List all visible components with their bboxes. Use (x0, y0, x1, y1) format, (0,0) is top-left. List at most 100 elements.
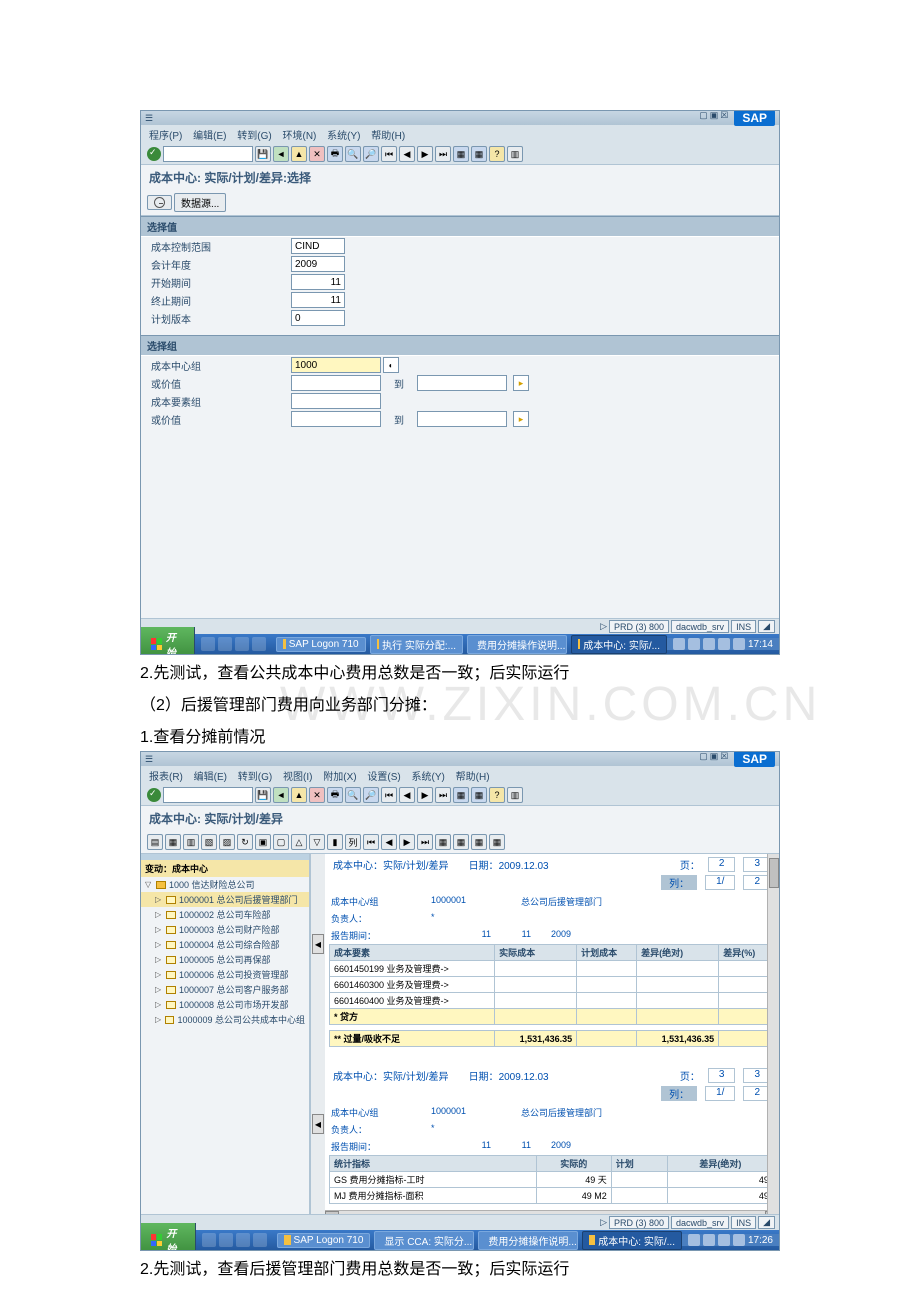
menu-extras[interactable]: 附加(X) (323, 772, 356, 783)
tree-node[interactable]: ▷1000002 总公司车险部 (141, 907, 309, 922)
tree-node[interactable]: ▷1000005 总公司再保部 (141, 952, 309, 967)
new-session-icon[interactable]: ▦ (453, 787, 469, 803)
vertical-scrollbar[interactable] (767, 854, 779, 1214)
cc-value-from-input[interactable] (291, 375, 381, 391)
last-page-icon[interactable]: ⏭ (435, 787, 451, 803)
cancel-icon[interactable]: ✕ (309, 787, 325, 803)
help-icon[interactable]: ? (489, 146, 505, 162)
task-doc[interactable]: 费用分摊操作说明... (478, 1231, 578, 1250)
minimize-icon[interactable]: ▢ (699, 110, 708, 126)
menu-help[interactable]: 帮助(H) (371, 131, 405, 142)
tree-node[interactable]: ▷1000006 总公司投资管理部 (141, 967, 309, 982)
tool-icon[interactable]: ▥ (183, 834, 199, 850)
command-field[interactable] (163, 787, 253, 803)
quick-launch[interactable] (196, 1233, 273, 1247)
tree-node[interactable]: ▷1000004 总公司综合险部 (141, 937, 309, 952)
tree-node[interactable]: ▷1000008 总公司市场开发部 (141, 997, 309, 1012)
cc-group-input[interactable] (291, 357, 381, 373)
resize-grip-icon[interactable]: ◢ (758, 1216, 775, 1229)
chart-icon[interactable]: ▮ (327, 834, 343, 850)
last-page-icon[interactable]: ⏭ (435, 146, 451, 162)
task-cc[interactable]: 成本中心: 实际/... (582, 1231, 682, 1250)
fiscal-year-input[interactable] (291, 256, 345, 272)
control-area-input[interactable] (291, 238, 345, 254)
tool-icon[interactable]: ▧ (201, 834, 217, 850)
maximize-icon[interactable]: ▣ (710, 751, 719, 767)
tree-node[interactable]: ▷1000003 总公司财产险部 (141, 922, 309, 937)
tray-icon[interactable] (718, 1234, 730, 1246)
print-icon[interactable]: 🖶 (327, 146, 343, 162)
nav-icon[interactable]: ▷ (600, 1217, 607, 1228)
tool-icon[interactable]: ▦ (435, 834, 451, 850)
maximize-icon[interactable]: ▣ (710, 110, 719, 126)
enter-button[interactable] (147, 788, 161, 802)
task-cc[interactable]: 成本中心: 实际/... (571, 635, 667, 654)
horizontal-scrollbar[interactable]: ◀ ▶ (325, 1210, 779, 1214)
f4-help-icon[interactable]: ◐ (383, 357, 399, 373)
tray-icon[interactable] (718, 638, 730, 650)
quick-launch[interactable] (195, 637, 272, 651)
tray-icon[interactable] (703, 1234, 715, 1246)
expand-tree-icon[interactable]: ◀ (312, 1114, 324, 1134)
prev-page-icon[interactable]: ◀ (399, 146, 415, 162)
multi-select-icon[interactable] (513, 375, 529, 391)
next-page-icon[interactable]: ▶ (417, 146, 433, 162)
tray-icon[interactable] (688, 638, 700, 650)
new-session-icon[interactable]: ▦ (453, 146, 469, 162)
table-row[interactable]: MJ 费用分摊指标-面积 49 M2 49 (330, 1188, 774, 1204)
tray-icon[interactable] (733, 1234, 745, 1246)
scroll-left-icon[interactable]: ◀ (325, 1211, 339, 1214)
datasource-button[interactable]: 数据源... (174, 193, 226, 212)
tree-node[interactable]: ▷1000001 总公司后援管理部门 (141, 892, 309, 907)
findnext-icon[interactable]: 🔎 (363, 146, 379, 162)
col-cost-element[interactable]: 成本要素 (330, 945, 495, 961)
close-icon[interactable]: ☒ (720, 751, 728, 767)
ce-value-to-input[interactable] (417, 411, 507, 427)
nav-first-icon[interactable]: ⏮ (363, 834, 379, 850)
ce-value-from-input[interactable] (291, 411, 381, 427)
tray-icon[interactable] (688, 1234, 700, 1246)
system-tray[interactable]: 17:14 (667, 638, 779, 650)
menu-program[interactable]: 程序(P) (149, 131, 182, 142)
system-tray[interactable]: 17:26 (682, 1234, 779, 1246)
menu-settings[interactable]: 设置(S) (367, 772, 400, 783)
sort-asc-icon[interactable]: △ (291, 834, 307, 850)
menu-goto[interactable]: 转到(G) (237, 131, 271, 142)
credit-row[interactable]: * 贷方 (330, 1009, 774, 1025)
prev-page-icon[interactable]: ◀ (399, 787, 415, 803)
tray-icon[interactable] (703, 638, 715, 650)
menu-help[interactable]: 帮助(H) (456, 772, 490, 783)
print-icon[interactable]: 🖶 (327, 787, 343, 803)
tree-node[interactable]: ▷1000007 总公司客户服务部 (141, 982, 309, 997)
col-plan[interactable]: 计划成本 (577, 945, 637, 961)
exit-icon[interactable]: ▲ (291, 146, 307, 162)
col-var-abs[interactable]: 差异(绝对) (637, 945, 719, 961)
col-plan[interactable]: 计划 (611, 1156, 667, 1172)
tray-icon[interactable] (673, 638, 685, 650)
layout-icon[interactable]: ▥ (507, 146, 523, 162)
tool-icon[interactable]: ▨ (219, 834, 235, 850)
nav-icon[interactable]: ▷ (600, 621, 607, 632)
execute-button[interactable] (147, 195, 172, 210)
menu-edit[interactable]: 编辑(E) (193, 131, 226, 142)
menu-system[interactable]: 系统(Y) (412, 772, 445, 783)
task-exec[interactable]: 执行 实际分配:... (370, 635, 463, 654)
shortcut-icon[interactable]: ▦ (471, 146, 487, 162)
menu-env[interactable]: 环境(N) (282, 131, 316, 142)
start-button[interactable]: 开始 (141, 1223, 196, 1251)
over-absorb-row[interactable]: ** 过量/吸收不足 1,531,436.35 1,531,436.35 (330, 1031, 774, 1047)
multi-select-icon-2[interactable] (513, 411, 529, 427)
table-row[interactable]: GS 费用分摊指标-工时 49 天 49 (330, 1172, 774, 1188)
period-from-input[interactable] (291, 274, 345, 290)
shortcut-icon[interactable]: ▦ (471, 787, 487, 803)
next-page-icon[interactable]: ▶ (417, 787, 433, 803)
close-icon[interactable]: ☒ (720, 110, 728, 126)
save-icon[interactable]: 💾 (255, 787, 271, 803)
refresh-icon[interactable]: ↻ (237, 834, 253, 850)
enter-button[interactable] (147, 147, 161, 161)
tool-icon[interactable]: ▦ (471, 834, 487, 850)
resize-grip-icon[interactable]: ◢ (758, 620, 775, 633)
tool-icon[interactable]: ▦ (489, 834, 505, 850)
find-icon[interactable]: 🔍 (345, 787, 361, 803)
tree-node[interactable]: ▷1000009 总公司公共成本中心组 (141, 1012, 309, 1027)
